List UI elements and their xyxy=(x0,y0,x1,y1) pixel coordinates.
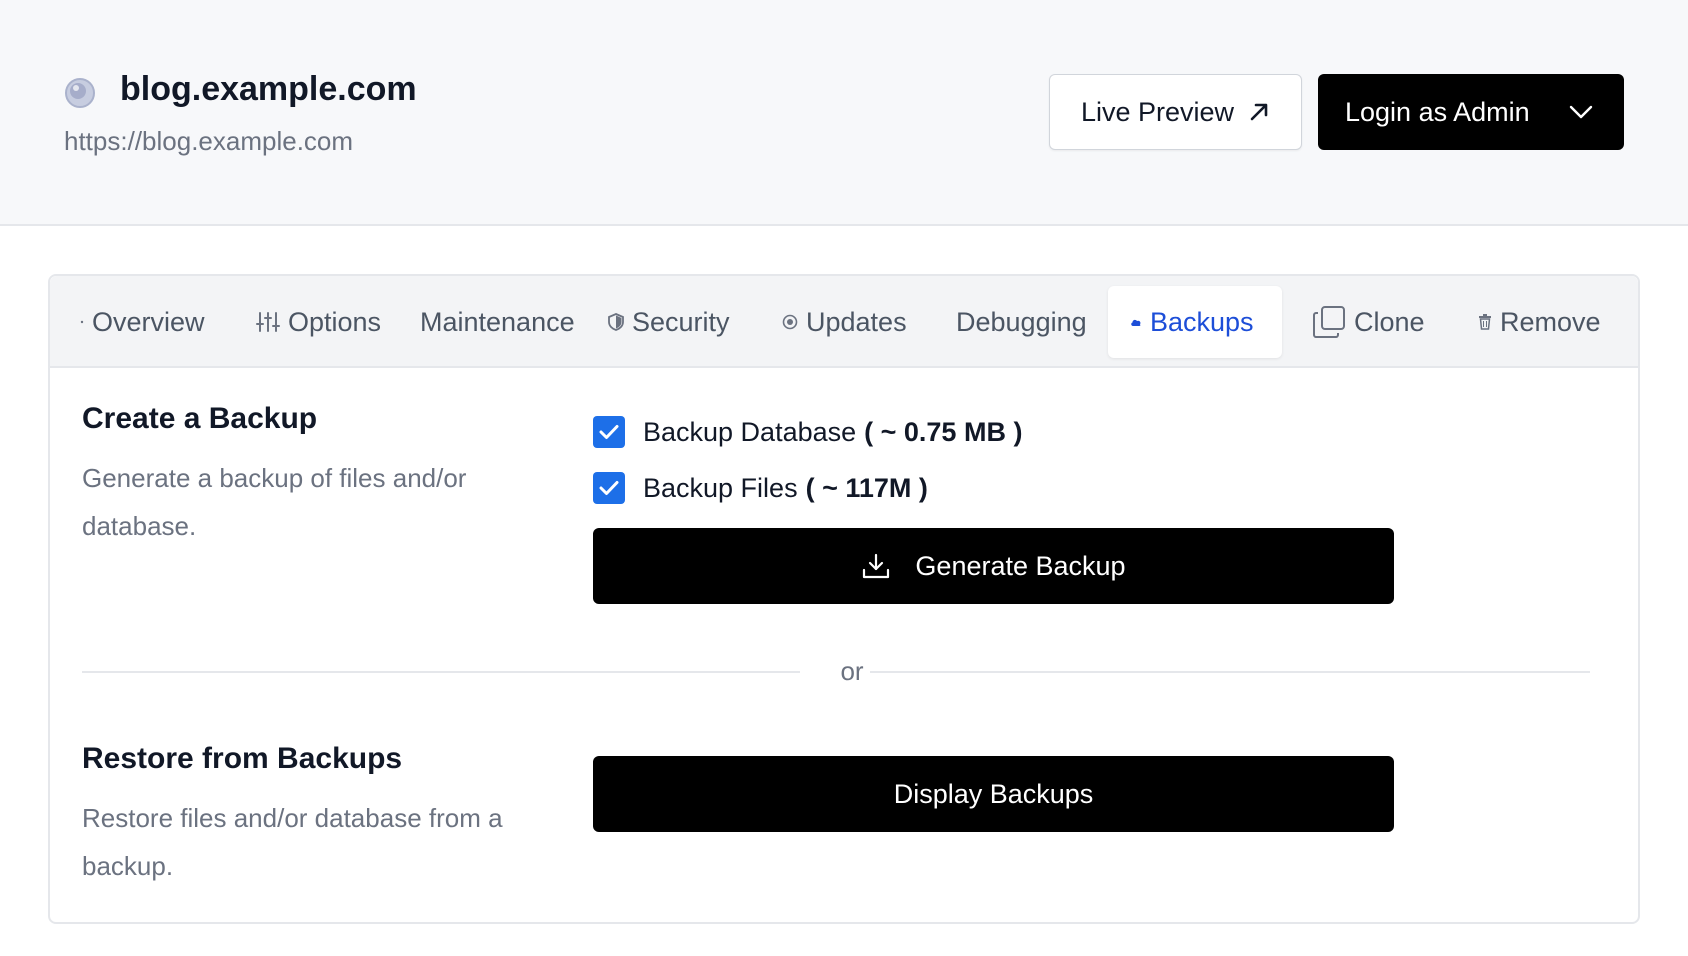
tab-debugging-label: Debugging xyxy=(956,306,1087,337)
backup-database-checkbox-row[interactable]: Backup Database ( ~ 0.75 MB ) xyxy=(593,416,1022,448)
tab-remove-label: Remove xyxy=(1500,306,1601,337)
backup-files-checkbox[interactable] xyxy=(593,472,625,504)
shield-icon xyxy=(608,313,624,331)
create-backup-description: Generate a backup of files and/or databa… xyxy=(82,463,467,541)
checkmark-icon xyxy=(599,425,619,439)
divider-left xyxy=(82,671,800,673)
backup-database-checkbox[interactable] xyxy=(593,416,625,448)
divider-right xyxy=(870,671,1590,673)
chevron-down-icon[interactable] xyxy=(1568,102,1594,122)
site-url: https://blog.example.com xyxy=(64,126,354,156)
update-circle-icon xyxy=(782,314,798,330)
sliders-icon xyxy=(256,311,280,333)
tab-clone[interactable]: Clone xyxy=(1312,286,1425,358)
tab-security[interactable]: Security xyxy=(608,286,730,358)
tab-debugging[interactable]: Debugging xyxy=(956,286,1087,358)
login-as-admin-label: Login as Admin xyxy=(1345,96,1530,127)
tab-maintenance-label: Maintenance xyxy=(420,306,575,337)
cloud-icon xyxy=(1130,317,1142,327)
generate-backup-button[interactable]: Generate Backup xyxy=(593,528,1394,604)
tab-remove[interactable]: Remove xyxy=(1478,286,1601,358)
restore-title: Restore from Backups xyxy=(82,742,403,775)
external-arrow-icon xyxy=(1250,103,1268,121)
generate-backup-label: Generate Backup xyxy=(915,550,1126,581)
tab-overview-label: Overview xyxy=(92,306,205,337)
tab-options-label: Options xyxy=(288,306,382,337)
backup-database-label: Backup Database xyxy=(643,416,857,447)
backup-files-size: ( ~ 117M ) xyxy=(805,472,928,503)
live-preview-button[interactable]: Live Preview xyxy=(1049,74,1302,150)
backup-files-label: Backup Files xyxy=(643,472,798,503)
backup-files-checkbox-row[interactable]: Backup Files ( ~ 117M ) xyxy=(593,472,928,504)
login-as-admin-button[interactable]: Login as Admin xyxy=(1318,74,1624,150)
display-backups-button[interactable]: Display Backups xyxy=(593,756,1394,832)
live-preview-label: Live Preview xyxy=(1080,96,1235,127)
display-backups-label: Display Backups xyxy=(893,778,1094,809)
tab-updates-label: Updates xyxy=(806,306,907,337)
tab-backups-label: Backups xyxy=(1150,306,1254,337)
tab-security-label: Security xyxy=(632,306,730,337)
site-name: blog.example.com xyxy=(120,70,417,108)
checkmark-icon xyxy=(599,481,619,495)
download-icon xyxy=(863,553,890,579)
tab-clone-label: Clone xyxy=(1354,306,1425,337)
tab-maintenance[interactable]: Maintenance xyxy=(420,286,575,358)
tab-bar: Overview Options Maintenance Security Up… xyxy=(50,276,1638,368)
backup-database-size: ( ~ 0.75 MB ) xyxy=(864,416,1023,447)
site-panel: Overview Options Maintenance Security Up… xyxy=(48,274,1640,924)
globe-icon xyxy=(65,78,95,108)
trash-icon xyxy=(1478,314,1492,330)
tab-backups[interactable]: Backups xyxy=(1108,286,1282,358)
site-header: blog.example.com https://blog.example.co… xyxy=(0,0,1688,226)
copy-icon xyxy=(1312,305,1346,339)
restore-description: Restore files and/or database from a bac… xyxy=(82,803,503,881)
tab-options[interactable]: Options xyxy=(256,286,381,358)
tab-updates[interactable]: Updates xyxy=(782,286,907,358)
dot-icon xyxy=(80,320,84,324)
tab-overview[interactable]: Overview xyxy=(80,286,205,358)
create-backup-title: Create a Backup xyxy=(82,402,318,435)
